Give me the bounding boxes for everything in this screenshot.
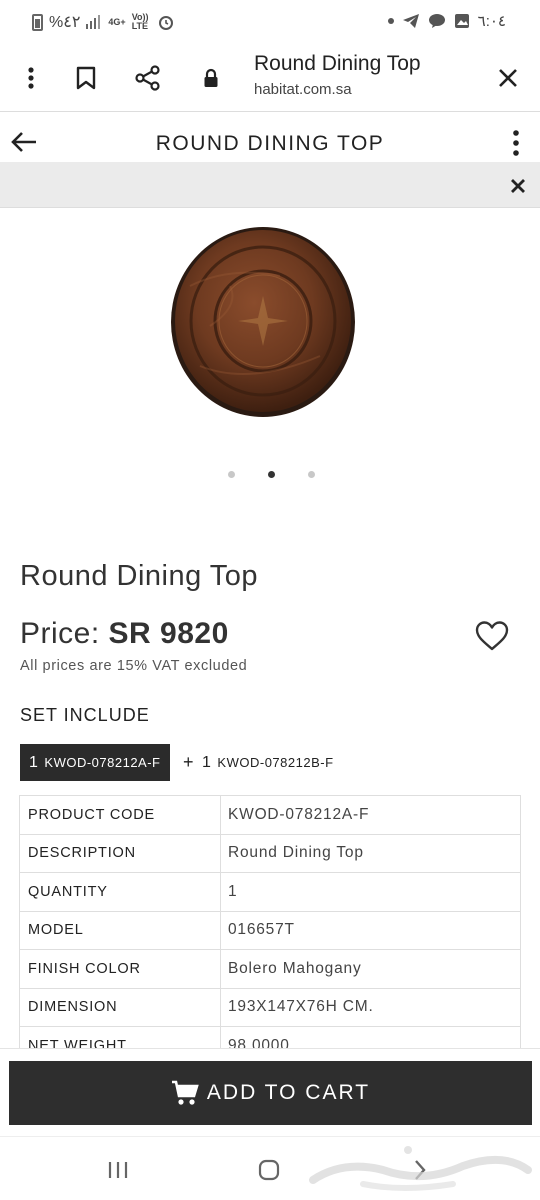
telegram-icon	[402, 14, 419, 28]
set-item-additional[interactable]: + 1 KWOD-078212B-F	[183, 752, 334, 773]
notification-dot-icon	[387, 18, 394, 24]
alarm-icon	[158, 16, 173, 30]
recent-apps-button[interactable]	[103, 1157, 133, 1183]
spec-value: KWOD-078212A-F	[220, 795, 521, 835]
spec-row: FINISH COLOR Bolero Mahogany	[19, 949, 521, 989]
vat-note: All prices are 15% VAT excluded	[20, 658, 248, 674]
spec-table-container: PRODUCT CODE KWOD-078212A-F DESCRIPTION Rou…	[0, 795, 540, 1048]
price-value: SR 9820	[108, 617, 229, 650]
status-bar: %٤٢ 4G+ Vo)) LTE ٦:٠٤	[0, 0, 540, 44]
wishlist-heart-icon[interactable]	[474, 620, 510, 652]
spec-value: 016657T	[220, 910, 521, 950]
notice-close-button[interactable]	[507, 176, 529, 196]
app-menu-button[interactable]	[506, 129, 526, 157]
gallery-icon	[454, 14, 469, 28]
spec-value: 1	[220, 872, 521, 912]
status-left: %٤٢ 4G+ Vo)) LTE	[32, 12, 174, 32]
product-image[interactable]	[170, 226, 357, 419]
browser-page-title: Round Dining Top	[254, 52, 421, 75]
bookmark-icon	[76, 66, 96, 90]
spec-key: QUANTITY	[19, 872, 221, 912]
set-item-code: KWOD-078212B-F	[217, 755, 334, 770]
more-vert-icon	[28, 67, 34, 89]
secure-lock[interactable]	[193, 60, 229, 96]
cart-icon	[171, 1080, 199, 1105]
browser-url[interactable]: habitat.com.sa	[254, 81, 352, 98]
home-icon	[258, 1159, 280, 1181]
spec-row: PRODUCT CODE KWOD-078212A-F	[19, 795, 521, 835]
network-volte-label: Vo)) LTE	[131, 12, 149, 31]
lock-icon	[204, 68, 218, 87]
home-button[interactable]	[254, 1157, 284, 1183]
browser-toolbar: Round Dining Top habitat.com.sa	[0, 44, 540, 112]
spec-key: DIMENSION	[19, 987, 221, 1027]
share-button[interactable]	[130, 60, 166, 96]
close-icon	[499, 69, 517, 87]
spec-key: PRODUCT CODE	[19, 795, 221, 835]
spec-value: 98.0000	[220, 1026, 521, 1048]
recent-apps-icon	[108, 1162, 128, 1178]
watermark-logo	[309, 1146, 532, 1191]
spec-row: MODEL 016657T	[19, 910, 521, 950]
product-name: Round Dining Top	[20, 560, 259, 592]
set-item-code: KWOD-078212A-F	[44, 755, 161, 770]
spec-row: DIMENSION 193X147X76H CM.	[19, 987, 521, 1027]
spec-row: DESCRIPTION Round Dining Top	[19, 833, 521, 873]
spec-value: 193X147X76H CM.	[220, 987, 521, 1027]
set-item-qty: 1	[202, 753, 212, 771]
carousel-dot[interactable]	[308, 471, 315, 478]
page-title: ROUND DINING TOP	[155, 132, 385, 155]
set-item-qty: 1	[29, 753, 39, 771]
set-include-title: SET INCLUDE	[20, 705, 150, 725]
spec-table: PRODUCT CODE KWOD-078212A-F DESCRIPTION Rou…	[19, 795, 521, 1048]
add-to-cart-label: ADD TO CART	[206, 1081, 371, 1104]
spec-row: QUANTITY 1	[19, 872, 521, 912]
battery-percent: %٤٢	[49, 14, 81, 31]
spec-key: NET WEIGHT	[19, 1026, 221, 1048]
price-row: Price: SR 9820	[20, 617, 229, 651]
notice-bar	[0, 162, 540, 208]
cart-area: ADD TO CART	[0, 1048, 540, 1136]
carousel-dots	[228, 471, 315, 478]
price-label: Price:	[20, 617, 100, 650]
spec-row: NET WEIGHT 98.0000	[19, 1026, 521, 1048]
spec-key: FINISH COLOR	[19, 949, 221, 989]
share-icon	[135, 65, 160, 91]
bookmark-button[interactable]	[68, 60, 104, 96]
spec-key: DESCRIPTION	[19, 833, 221, 873]
spec-value: Bolero Mahogany	[220, 949, 521, 989]
browser-menu-button[interactable]	[13, 60, 49, 96]
app-header: ROUND DINING TOP	[0, 112, 540, 162]
battery-icon	[32, 13, 43, 31]
network-4g-label: 4G+	[108, 16, 126, 27]
more-vert-icon	[513, 130, 519, 156]
chat-icon	[428, 14, 445, 28]
close-icon	[511, 179, 525, 193]
status-time: ٦:٠٤	[477, 13, 506, 30]
browser-close-button[interactable]	[490, 60, 526, 96]
signal-icon	[86, 15, 101, 29]
carousel-dot[interactable]	[228, 471, 235, 478]
spec-value: Round Dining Top	[220, 833, 521, 873]
spec-key: MODEL	[19, 910, 221, 950]
set-item-selected[interactable]: 1 KWOD-078212A-F	[20, 744, 170, 781]
plus-symbol: +	[183, 752, 195, 772]
add-to-cart-button[interactable]: ADD TO CART	[9, 1061, 532, 1125]
status-right: ٦:٠٤	[387, 12, 506, 30]
carousel-dot[interactable]	[268, 471, 275, 478]
